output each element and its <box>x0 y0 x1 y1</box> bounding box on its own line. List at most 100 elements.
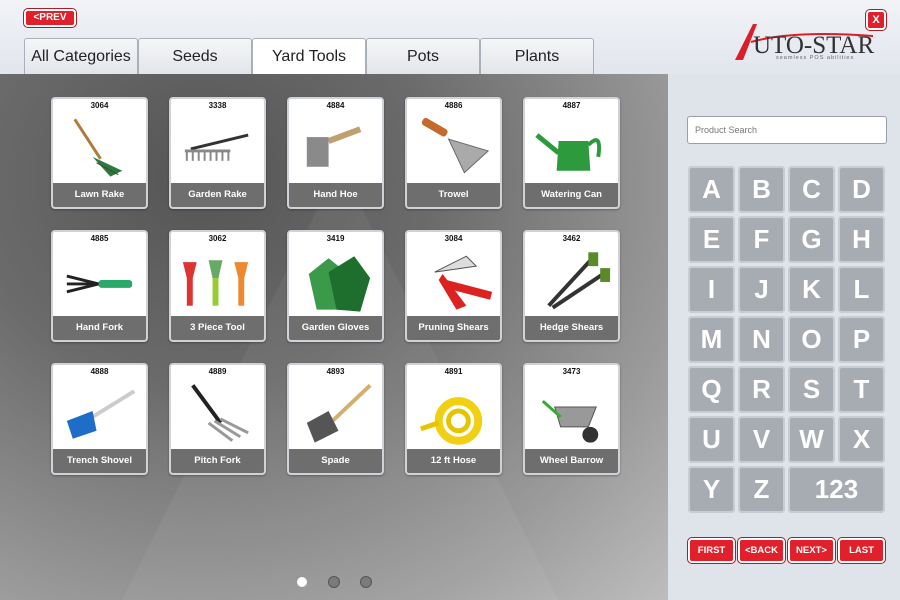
page-dot-1[interactable] <box>296 576 308 588</box>
product-tile[interactable]: 3064 Lawn Rake <box>51 97 148 209</box>
key-g[interactable]: G <box>788 216 835 263</box>
key-n[interactable]: N <box>738 316 785 363</box>
product-search-input[interactable] <box>687 116 887 144</box>
product-name: Hedge Shears <box>525 316 618 340</box>
product-code: 4887 <box>562 101 581 110</box>
hedge-shears-icon <box>547 252 611 310</box>
key-u[interactable]: U <box>688 416 735 463</box>
product-code: 4893 <box>326 367 345 376</box>
product-name: 12 ft Hose <box>407 449 500 473</box>
key-z[interactable]: Z <box>738 466 785 513</box>
back-button[interactable]: <BACK <box>738 538 785 563</box>
product-tile[interactable]: 4885 Hand Fork <box>51 230 148 342</box>
product-name: Trench Shovel <box>53 449 146 473</box>
product-name: Lawn Rake <box>53 183 146 207</box>
product-tile[interactable]: 3338 Garden Rake <box>169 97 266 209</box>
key-m[interactable]: M <box>688 316 735 363</box>
key-t[interactable]: T <box>838 366 885 413</box>
key-h[interactable]: H <box>838 216 885 263</box>
key-l[interactable]: L <box>838 266 885 313</box>
key-i[interactable]: I <box>688 266 735 313</box>
page-dot-3[interactable] <box>360 576 372 588</box>
product-name: Wheel Barrow <box>525 449 618 473</box>
product-name: Garden Rake <box>171 183 264 207</box>
product-code: 3462 <box>562 234 581 243</box>
watering-can-icon <box>535 133 602 171</box>
key-s[interactable]: S <box>788 366 835 413</box>
key-y[interactable]: Y <box>688 466 735 513</box>
last-button[interactable]: LAST <box>838 538 885 563</box>
tab-yard-tools[interactable]: Yard Tools <box>252 38 366 74</box>
key-k[interactable]: K <box>788 266 835 313</box>
tab-seeds[interactable]: Seeds <box>138 38 252 74</box>
auto-star-logo: UTO-STAR seamless POS abilities <box>733 22 883 67</box>
product-name: Trowel <box>407 183 500 207</box>
tab-pots[interactable]: Pots <box>366 38 480 74</box>
product-name: Pruning Shears <box>407 316 500 340</box>
product-tile[interactable]: 4888 Trench Shovel <box>51 363 148 475</box>
product-name: Pitch Fork <box>171 449 264 473</box>
garden-rake-icon <box>184 133 249 161</box>
next-button[interactable]: NEXT> <box>788 538 835 563</box>
key-o[interactable]: O <box>788 316 835 363</box>
product-code: 4889 <box>208 367 227 376</box>
product-code: 3419 <box>326 234 345 243</box>
pitch-fork-icon <box>191 384 249 442</box>
hand-fork-icon <box>66 274 133 294</box>
product-code: 3062 <box>208 234 227 243</box>
product-code: 3084 <box>444 234 463 243</box>
tab-plants[interactable]: Plants <box>480 38 594 74</box>
product-tile[interactable]: 4893 Spade <box>287 363 384 475</box>
category-tabs: All Categories Seeds Yard Tools Pots Pla… <box>24 38 594 74</box>
product-name: Spade <box>289 449 382 473</box>
key-b[interactable]: B <box>738 166 785 213</box>
product-tile[interactable]: 3419 Garden Gloves <box>287 230 384 342</box>
product-name: Watering Can <box>525 183 618 207</box>
product-tile[interactable]: 4884 Hand Hoe <box>287 97 384 209</box>
product-name: 3 Piece Tool <box>171 316 264 340</box>
key-c[interactable]: C <box>788 166 835 213</box>
spade-icon <box>306 383 372 443</box>
product-tile[interactable]: 3084 Pruning Shears <box>405 230 502 342</box>
product-code: 4888 <box>90 367 109 376</box>
first-button[interactable]: FIRST <box>688 538 735 563</box>
product-name: Hand Hoe <box>289 183 382 207</box>
product-grid-area: 3064 Lawn Rake 3338 Garden Rake 4884 Hand Hoe… <box>0 74 668 600</box>
product-code: 4884 <box>326 101 345 110</box>
product-tile[interactable]: 3462 Hedge Shears <box>523 230 620 342</box>
trench-shovel-icon <box>66 389 136 439</box>
page-dots <box>296 576 372 588</box>
key-r[interactable]: R <box>738 366 785 413</box>
product-tile[interactable]: 3062 3 Piece Tool <box>169 230 266 342</box>
tab-all-categories[interactable]: All Categories <box>24 38 138 74</box>
wheel-barrow-icon <box>541 400 599 443</box>
product-code: 4886 <box>444 101 463 110</box>
product-code: 3064 <box>90 101 109 110</box>
key-q[interactable]: Q <box>688 366 735 413</box>
logo-tagline: seamless POS abilities <box>776 55 855 61</box>
product-tile[interactable]: 4887 Watering Can <box>523 97 620 209</box>
hand-hoe-icon <box>306 126 362 167</box>
key-v[interactable]: V <box>738 416 785 463</box>
key-p[interactable]: P <box>838 316 885 363</box>
page-dot-2[interactable] <box>328 576 340 588</box>
hose-icon <box>420 397 483 445</box>
trowel-icon <box>421 117 490 174</box>
product-tile[interactable]: 4889 Pitch Fork <box>169 363 266 475</box>
key-d[interactable]: D <box>838 166 885 213</box>
product-tile[interactable]: 4886 Trowel <box>405 97 502 209</box>
product-tile[interactable]: 3473 Wheel Barrow <box>523 363 620 475</box>
key-w[interactable]: W <box>788 416 835 463</box>
key-123[interactable]: 123 <box>788 466 885 513</box>
key-j[interactable]: J <box>738 266 785 313</box>
product-code: 3473 <box>562 367 581 376</box>
prev-button[interactable]: <PREV <box>24 9 76 27</box>
key-e[interactable]: E <box>688 216 735 263</box>
top-bar: <PREV X All Categories Seeds Yard Tools … <box>0 0 900 74</box>
product-code: 4885 <box>90 234 109 243</box>
key-f[interactable]: F <box>738 216 785 263</box>
lawn-rake-icon <box>73 118 123 177</box>
key-a[interactable]: A <box>688 166 735 213</box>
product-tile[interactable]: 4891 12 ft Hose <box>405 363 502 475</box>
key-x[interactable]: X <box>838 416 885 463</box>
